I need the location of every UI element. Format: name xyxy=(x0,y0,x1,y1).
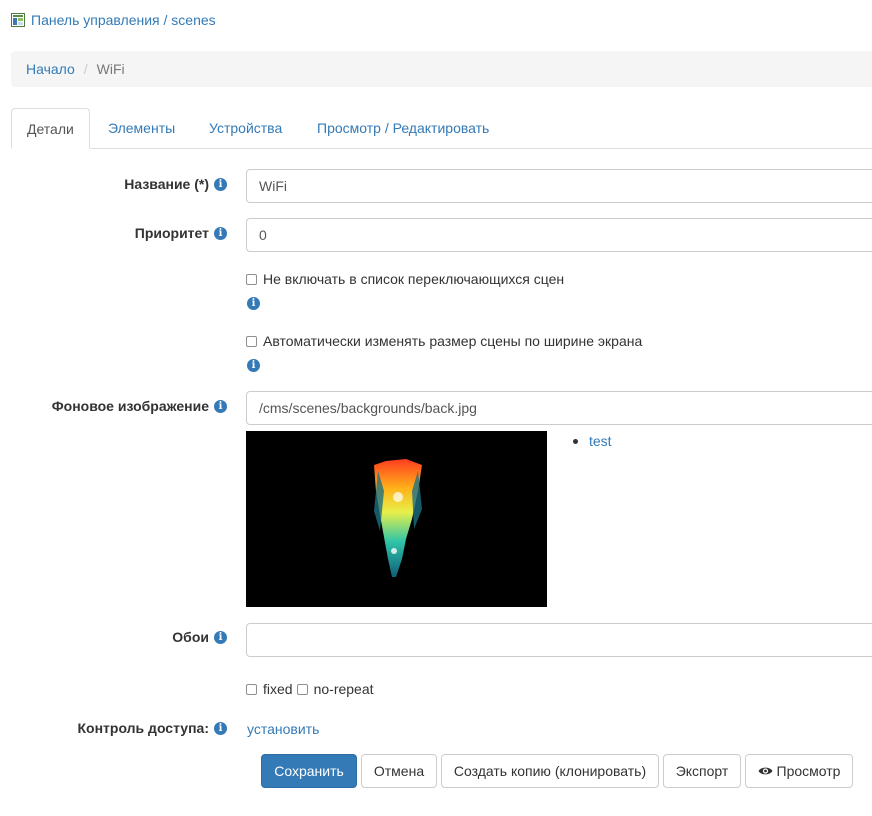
breadcrumb-separator: / xyxy=(83,61,88,77)
access-label-text: Контроль доступа: xyxy=(77,720,210,736)
breadcrumb-home[interactable]: Начало xyxy=(26,61,75,77)
fixed-label: fixed xyxy=(263,681,293,697)
auto-resize-checkbox[interactable] xyxy=(246,335,257,347)
priority-input[interactable] xyxy=(246,218,872,252)
wallpaper-label: Обои i xyxy=(172,629,227,645)
name-input[interactable] xyxy=(246,169,872,203)
wallpaper-label-text: Обои xyxy=(172,629,209,645)
priority-label-text: Приоритет xyxy=(134,225,209,241)
tab-devices[interactable]: Устройства xyxy=(194,108,297,149)
page-icon xyxy=(11,13,25,27)
list-item[interactable]: test xyxy=(573,433,612,449)
breadcrumb-current: WiFi xyxy=(96,61,125,77)
background-label: Фоновое изображение i xyxy=(52,398,227,414)
exclude-switching-checkbox[interactable] xyxy=(246,273,257,285)
info-icon[interactable]: i xyxy=(214,226,227,240)
cancel-button[interactable]: Отмена xyxy=(361,754,437,788)
preview-button-label: Просмотр xyxy=(776,763,841,779)
exclude-switching-row: Не включать в список переключающихся сце… xyxy=(246,271,564,287)
access-set-link[interactable]: установить xyxy=(247,721,319,737)
tab-details[interactable]: Детали xyxy=(11,108,90,149)
info-icon[interactable]: i xyxy=(214,177,227,191)
tab-elements[interactable]: Элементы xyxy=(93,108,190,149)
info-icon[interactable]: i xyxy=(247,359,260,372)
wallpaper-options-row: fixed no-repeat xyxy=(246,681,374,697)
exclude-switching-label: Не включать в список переключающихся сце… xyxy=(263,271,565,287)
priority-label: Приоритет i xyxy=(135,225,227,241)
auto-resize-row: Автоматически изменять размер сцены по ш… xyxy=(246,333,642,349)
fixed-checkbox[interactable] xyxy=(246,683,257,695)
tabs: Детали Элементы Устройства Просмотр / Ре… xyxy=(11,108,872,149)
background-label-text: Фоновое изображение xyxy=(51,398,209,414)
save-button[interactable]: Сохранить xyxy=(261,754,357,788)
info-icon[interactable]: i xyxy=(247,297,260,310)
tab-preview-edit[interactable]: Просмотр / Редактировать xyxy=(302,108,504,149)
panel-link[interactable]: Панель управления / scenes xyxy=(11,12,216,28)
background-input[interactable] xyxy=(246,391,872,425)
wallpaper-input[interactable] xyxy=(246,623,872,657)
export-button[interactable]: Экспорт xyxy=(663,754,741,788)
info-icon[interactable]: i xyxy=(214,399,227,413)
eye-icon xyxy=(758,766,773,776)
preview-button[interactable]: Просмотр xyxy=(745,754,853,788)
norepeat-checkbox[interactable] xyxy=(296,683,308,695)
access-label: Контроль доступа: i xyxy=(77,720,227,736)
panel-link-text[interactable]: Панель управления / scenes xyxy=(31,12,216,28)
background-preview-image xyxy=(246,431,547,607)
name-label-text: Название (*) xyxy=(124,176,209,192)
background-option-link[interactable]: test xyxy=(589,433,612,449)
norepeat-label: no-repeat xyxy=(313,681,374,697)
name-label: Название (*) i xyxy=(124,176,227,192)
info-icon[interactable]: i xyxy=(214,630,227,644)
auto-resize-label: Автоматически изменять размер сцены по ш… xyxy=(263,333,643,349)
info-icon[interactable]: i xyxy=(214,721,227,735)
breadcrumb: Начало / WiFi xyxy=(11,51,872,87)
background-options-list: test xyxy=(573,433,612,449)
clone-button[interactable]: Создать копию (клонировать) xyxy=(441,754,659,788)
